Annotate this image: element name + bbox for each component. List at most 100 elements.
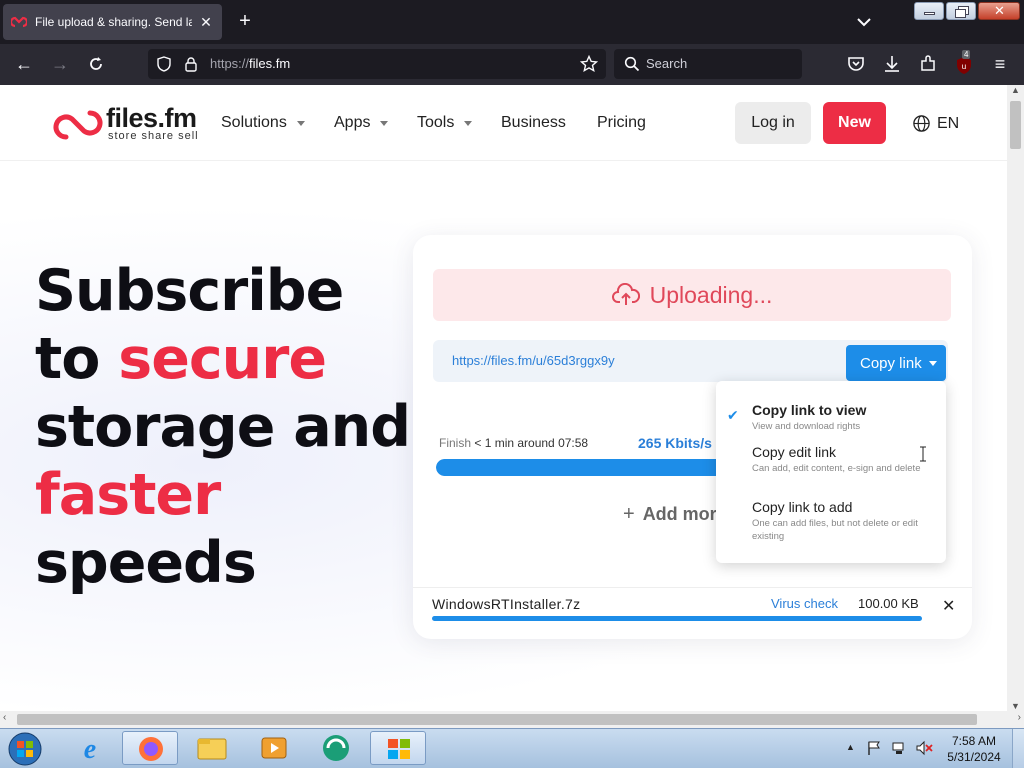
files-fm-logo-icon [53,110,103,140]
login-button[interactable]: Log in [735,102,811,144]
files-fm-favicon-icon [11,16,27,28]
back-arrow-icon[interactable]: ← [14,54,34,74]
headline-line-3: storage and [35,394,411,460]
action-center-flag-icon[interactable] [866,740,882,756]
nav-business[interactable]: Business [501,114,566,132]
search-bar[interactable]: Search [614,49,802,79]
vertical-scrollbar[interactable]: ▲ ▼ [1007,85,1024,711]
menu-item-desc: View and download rights [752,421,861,432]
file-explorer-icon[interactable] [184,731,240,765]
remove-file-icon[interactable]: ✕ [942,596,955,616]
chevron-down-icon [380,120,389,126]
new-tab-icon[interactable]: + [234,10,256,32]
cloud-upload-icon [611,283,640,305]
tab-close-icon[interactable]: ✕ [198,14,214,31]
upload-speed: 265 Kbits/s [638,435,712,451]
nav-pricing-label: Pricing [597,114,646,131]
scroll-left-icon[interactable]: ‹ [3,712,6,723]
window-close-icon[interactable]: ✕ [978,2,1020,20]
taskbar-clock[interactable]: 7:58 AM 5/31/2024 [944,733,1004,765]
browser-tab-strip: File upload & sharing. Send large files … [0,0,1024,44]
nav-tools[interactable]: Tools [417,114,473,132]
headline-line-1: Subscribe [35,258,344,324]
extensions-icon[interactable] [918,54,938,74]
address-bar[interactable]: https://files.fm [148,49,606,79]
nav-apps[interactable]: Apps [334,114,389,132]
menu-item-title: Copy link to add [752,499,853,515]
upload-status-text: Uploading... [649,281,773,308]
headline-line-2: to secure [35,326,327,392]
volume-muted-icon[interactable] [915,740,933,756]
start-button-icon[interactable] [4,731,46,767]
media-player-icon[interactable] [246,731,302,765]
firefox-icon[interactable] [122,731,178,765]
scroll-right-icon[interactable]: › [1018,712,1021,723]
menu-item-copy-edit[interactable]: Copy edit link Can add, edit content, e-… [752,444,932,475]
search-placeholder: Search [646,56,688,71]
hero-headline: Subscribe to secure storage and faster s… [35,257,411,597]
virus-check-link[interactable]: Virus check [771,596,838,611]
restore-icon[interactable] [946,2,976,20]
language-selector[interactable]: EN [912,114,973,133]
menu-item-desc: One can add files, but not delete or edi… [752,518,918,542]
windows-logo-app-icon[interactable] [370,731,426,765]
network-icon[interactable] [891,740,907,756]
upload-progress-fill [436,459,746,476]
text-cursor-icon [920,446,926,462]
show-desktop-button[interactable] [1012,729,1024,768]
chevron-down-icon [464,120,473,126]
scroll-down-icon[interactable]: ▼ [1011,701,1020,711]
checkmark-icon: ✔ [727,407,739,423]
dropdown-caret-icon [929,361,937,366]
downloads-icon[interactable] [882,54,902,74]
copy-link-menu: ✔ Copy link to view View and download ri… [716,381,946,563]
list-all-tabs-icon[interactable] [853,12,875,32]
active-tab[interactable]: File upload & sharing. Send large files … [3,4,222,40]
ublock-icon[interactable]: u 4 [954,50,974,76]
finish-value: < 1 min around 07:58 [471,436,589,450]
new-button[interactable]: New [823,102,886,144]
vertical-scroll-thumb[interactable] [1010,101,1021,149]
share-link-text[interactable]: https://files.fm/u/65d3rggx9y [452,353,615,368]
site-logo[interactable]: files.fm store share sell [52,103,202,147]
browser-toolbar: ← → https://files.fm Search u 4 ≡ [0,44,1024,85]
horizontal-scroll-thumb[interactable] [17,714,977,725]
menu-item-desc: Can add, edit content, e-sign and delete [752,463,921,474]
globe-icon [913,115,930,132]
nav-business-label: Business [501,114,566,131]
copy-link-button[interactable]: Copy link [846,345,946,381]
window-controls: ✕ [914,2,1020,20]
scroll-up-icon[interactable]: ▲ [1011,85,1020,95]
forward-arrow-icon[interactable]: → [50,54,70,74]
file-progress-bar [432,616,922,621]
url-text: https://files.fm [210,56,291,71]
app-green-circle-icon[interactable] [308,731,364,765]
chevron-down-icon [296,120,305,126]
menu-item-copy-view[interactable]: Copy link to view View and download righ… [752,402,932,433]
lock-icon[interactable] [184,56,198,72]
pocket-icon[interactable] [846,54,866,74]
nav-apps-label: Apps [334,114,371,131]
clock-time: 7:58 AM [951,734,997,748]
finish-estimate: Finish < 1 min around 07:58 [439,436,588,450]
menu-item-title: Copy link to view [752,402,867,418]
hamburger-menu-icon[interactable]: ≡ [990,54,1010,74]
file-size: 100.00 KB [858,596,919,611]
copy-link-label: Copy link [860,354,922,372]
bookmark-star-icon[interactable] [580,55,598,73]
menu-item-copy-add[interactable]: Copy link to add One can add files, but … [752,499,932,543]
tray-expand-icon[interactable]: ▲ [846,742,855,752]
reload-icon[interactable] [86,54,106,74]
nav-solutions[interactable]: Solutions [221,114,305,132]
horizontal-scrollbar[interactable]: ‹ › [0,711,1024,728]
logo-tagline: store share sell [108,130,199,142]
menu-item-title: Copy edit link [752,444,837,460]
nav-pricing[interactable]: Pricing [597,114,646,132]
internet-explorer-icon[interactable]: e [62,731,118,765]
upload-status-banner: Uploading... [433,269,951,321]
file-name: WindowsRTInstaller.7z [432,596,581,612]
clock-date: 5/31/2024 [947,750,1001,764]
shield-icon[interactable] [156,56,172,72]
minimize-icon[interactable] [914,2,944,20]
svg-text:e: e [84,734,96,765]
